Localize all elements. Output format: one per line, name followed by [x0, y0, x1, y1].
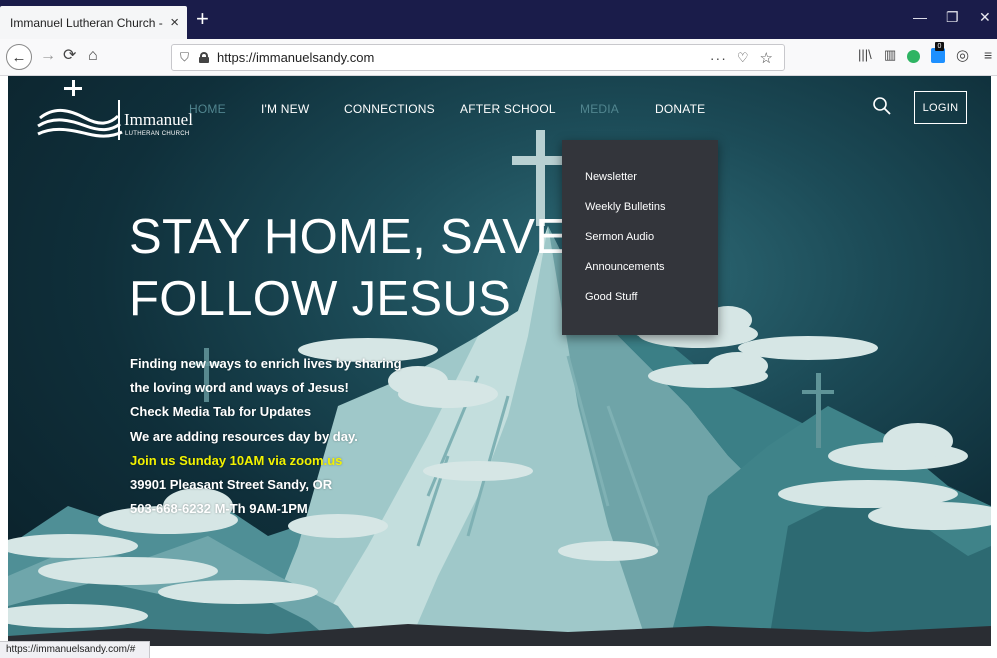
hero-title-line-2: FOLLOW JESUS [129, 272, 512, 326]
pocket-icon[interactable]: ♡ [737, 50, 750, 66]
media-dropdown-menu: Newsletter Weekly Bulletins Sermon Audio… [562, 140, 718, 335]
account-icon[interactable]: ◎ [956, 48, 969, 63]
status-bar-url: https://immanuelsandy.com/# [0, 641, 150, 658]
sidebar-icon[interactable]: ▥ [884, 48, 896, 61]
menu-item-weekly-bulletins[interactable]: Weekly Bulletins [585, 201, 666, 213]
hero-address: 39901 Pleasant Street Sandy, OR [130, 477, 333, 493]
url-bar[interactable]: ⛉ https://immanuelsandy.com ··· ♡ ☆ [171, 44, 785, 71]
hero-title-line-1: STAY HOME, SAVE L [129, 210, 610, 264]
menu-item-newsletter[interactable]: Newsletter [585, 171, 637, 183]
hero-description: Finding new ways to enrich lives by shar… [130, 352, 402, 521]
minimize-icon[interactable]: — [913, 10, 927, 24]
hero-title: STAY HOME, SAVE L FOLLOW JESUS [129, 206, 610, 330]
search-icon[interactable] [872, 96, 892, 116]
hero-phone: 503-668-6232 M-Th 9AM-1PM [130, 501, 308, 517]
new-tab-button[interactable]: + [196, 8, 209, 30]
logo-subtitle: LUTHERAN CHURCH [125, 131, 190, 137]
bookmark-star-icon[interactable]: ☆ [760, 49, 774, 67]
library-icon[interactable]: |||\ [858, 48, 872, 61]
extension-green-icon[interactable] [907, 50, 920, 63]
nav-after-school[interactable]: AFTER SCHOOL [460, 102, 556, 116]
tracking-shield-icon[interactable]: ⛉ [180, 50, 189, 65]
menu-item-good-stuff[interactable]: Good Stuff [585, 291, 637, 303]
nav-home[interactable]: HOME [189, 102, 226, 116]
hero-line: We are adding resources day by day. [130, 428, 358, 444]
nav-donate[interactable]: DONATE [655, 102, 705, 116]
back-button[interactable]: ← [6, 44, 32, 70]
extension-badge-icon: 0 [935, 42, 944, 51]
browser-tab-bar: Immanuel Lutheran Church - Home × + — ❐ … [0, 0, 997, 39]
login-button[interactable]: LOGIN [914, 91, 967, 124]
menu-hamburger-icon[interactable]: ≡ [984, 48, 992, 62]
reload-icon[interactable]: ⟳ [63, 48, 76, 64]
restore-window-icon[interactable]: ❐ [946, 10, 959, 24]
menu-item-sermon-audio[interactable]: Sermon Audio [585, 231, 654, 243]
hero-line: Check Media Tab for Updates [130, 404, 312, 420]
browser-nav-bar: ← → ⟳ ⌂ ⛉ https://immanuelsandy.com ··· … [0, 39, 997, 76]
tab-close-icon[interactable]: × [170, 15, 179, 30]
nav-media[interactable]: MEDIA [580, 102, 619, 116]
menu-item-announcements[interactable]: Announcements [585, 261, 665, 273]
page-viewport: Immanuel LUTHERAN CHURCH HOME I'M NEW CO… [8, 76, 991, 646]
nav-connections[interactable]: CONNECTIONS [344, 102, 435, 116]
tab-title: Immanuel Lutheran Church - Home [10, 15, 164, 30]
browser-tab-active[interactable]: Immanuel Lutheran Church - Home × [0, 6, 187, 39]
logo-wordmark[interactable]: Immanuel [124, 110, 193, 130]
hero-zoom-link[interactable]: Join us Sunday 10AM via zoom.us [130, 449, 402, 473]
lock-icon[interactable] [199, 52, 210, 63]
forward-icon[interactable]: → [40, 48, 56, 64]
hero-line: Finding new ways to enrich lives by shar… [130, 356, 402, 371]
url-text[interactable]: https://immanuelsandy.com [217, 50, 710, 65]
page-actions-icon[interactable]: ··· [710, 50, 727, 66]
hero-line: the loving word and ways of Jesus! [130, 380, 349, 396]
nav-im-new[interactable]: I'M NEW [261, 102, 309, 116]
close-window-icon[interactable]: ✕ [979, 10, 991, 24]
home-icon[interactable]: ⌂ [88, 48, 98, 64]
